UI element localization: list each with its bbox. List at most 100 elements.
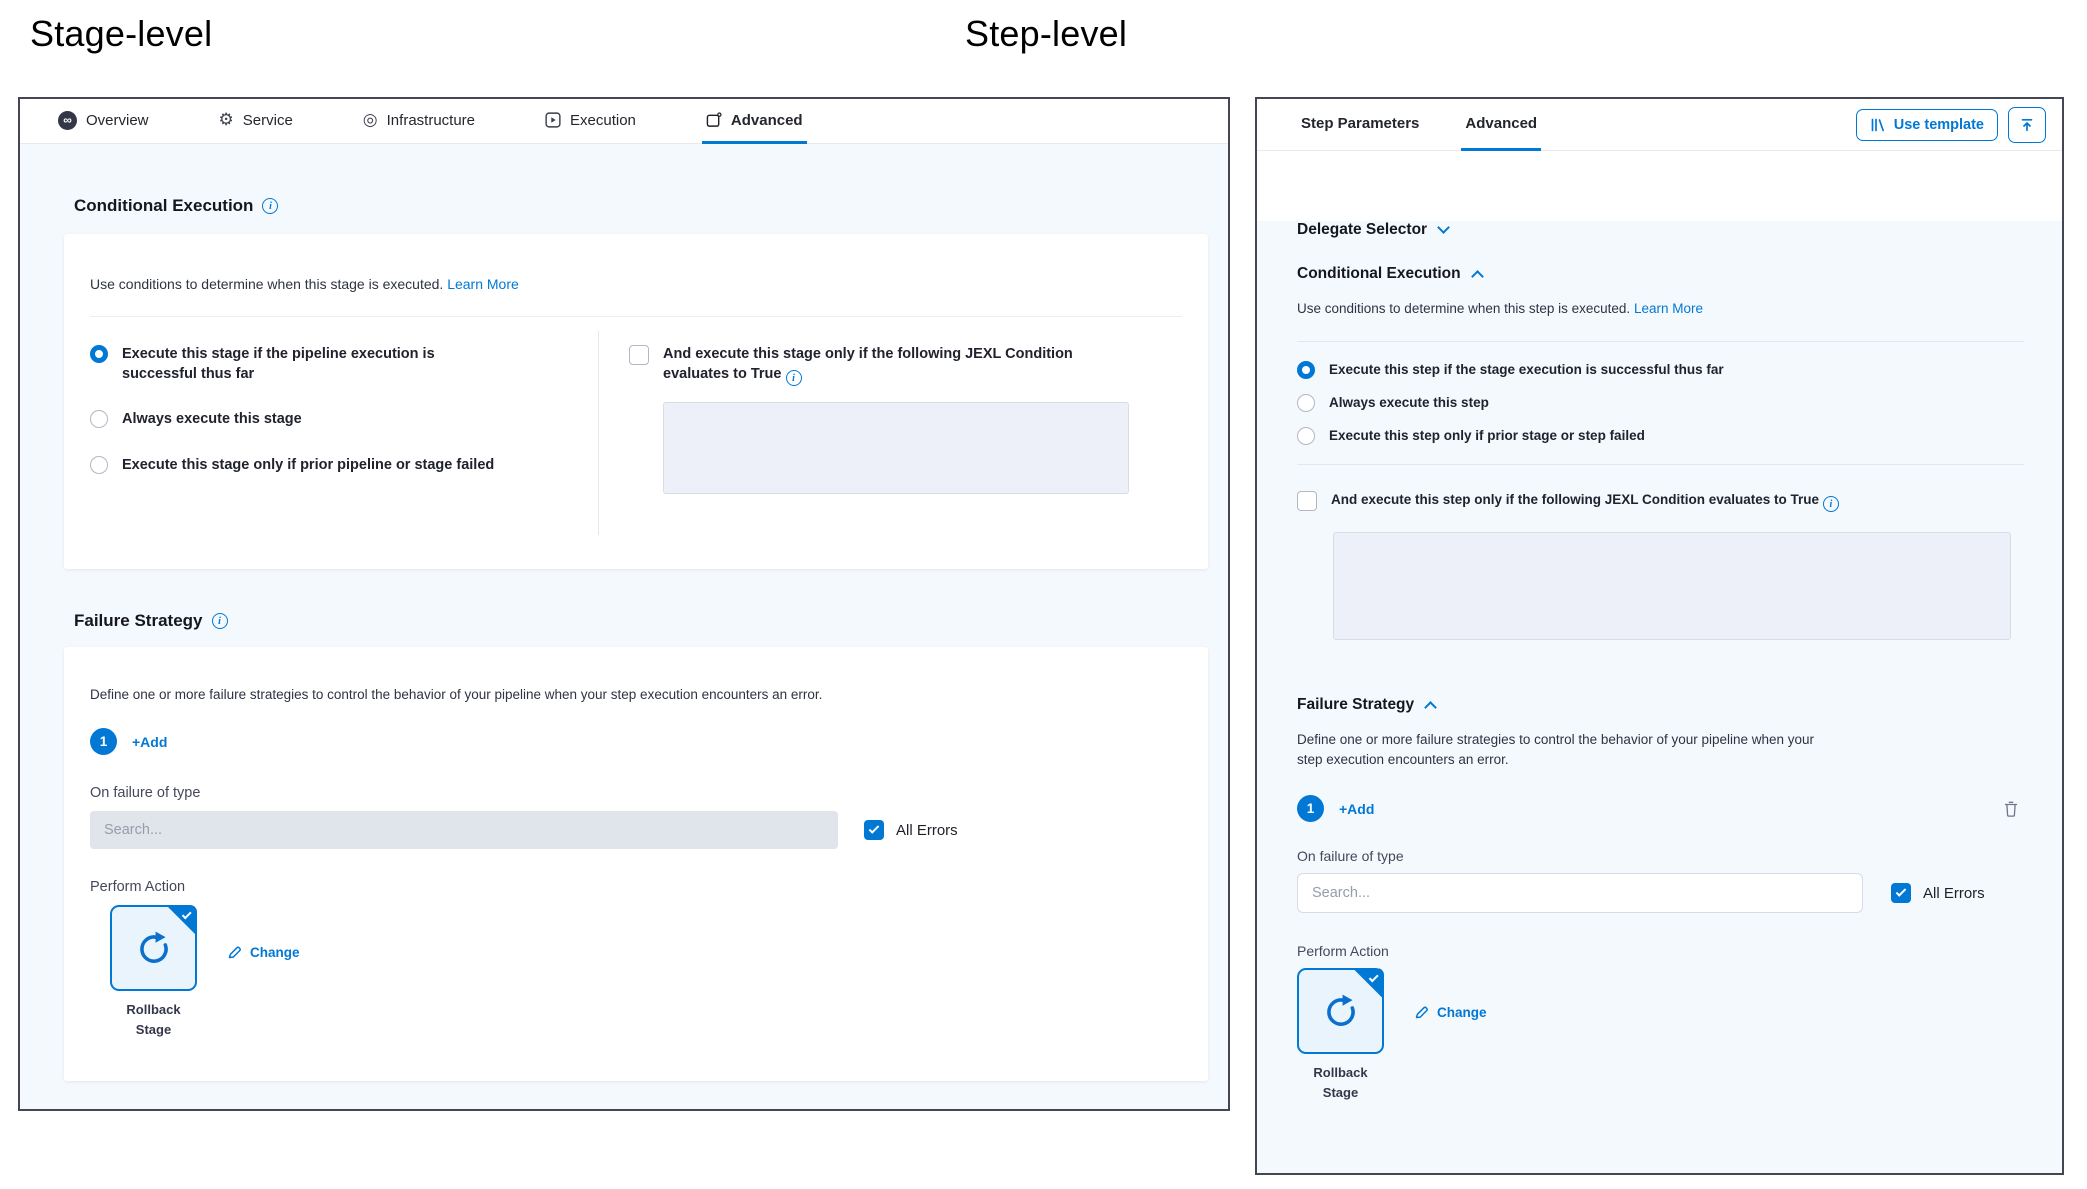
on-failure-of-type-label: On failure of type: [1297, 848, 2024, 864]
radio-icon[interactable]: [1297, 394, 1315, 412]
conditional-execution-heading: Conditional Execution i: [74, 144, 1208, 216]
info-icon[interactable]: i: [262, 198, 278, 214]
tab-execution-label: Execution: [570, 112, 636, 129]
jexl-checkbox[interactable]: [629, 345, 649, 365]
radio-execute-if-prior-failed[interactable]: Execute this step only if prior stage or…: [1297, 427, 2024, 445]
delegate-selector-section-header[interactable]: Delegate Selector: [1297, 221, 2024, 239]
learn-more-link[interactable]: Learn More: [1634, 301, 1703, 316]
tab-step-parameters[interactable]: Step Parameters: [1297, 100, 1423, 151]
stage-advanced-content: Conditional Execution i Use conditions t…: [20, 144, 1228, 1109]
tab-service-label: Service: [243, 112, 293, 129]
jexl-label-text: And execute this step only if the follow…: [1331, 492, 1819, 507]
radio-execute-if-pipeline-successful[interactable]: Execute this stage if the pipeline execu…: [90, 345, 598, 384]
conditional-execution-card: Use conditions to determine when this st…: [64, 234, 1208, 569]
radio-always-execute-stage[interactable]: Always execute this stage: [90, 410, 598, 430]
all-errors-checkbox-row[interactable]: All Errors: [864, 820, 958, 840]
rollback-stage-action-tile[interactable]: [110, 905, 197, 991]
jexl-label: And execute this stage only if the follo…: [663, 345, 1095, 386]
tab-advanced[interactable]: Advanced: [1461, 100, 1541, 151]
radio-label: Execute this step if the stage execution…: [1329, 362, 1724, 377]
jexl-label-text: And execute this stage only if the follo…: [663, 346, 1073, 382]
tab-advanced-label: Advanced: [731, 112, 803, 129]
change-action-link[interactable]: Change: [1414, 1005, 1487, 1020]
add-strategy-button[interactable]: +Add: [132, 734, 167, 750]
failure-type-search-input[interactable]: [90, 811, 838, 849]
learn-more-link[interactable]: Learn More: [447, 276, 519, 292]
info-icon[interactable]: i: [1823, 496, 1839, 512]
failure-description: Define one or more failure strategies to…: [90, 687, 1182, 702]
failure-strategy-heading: Failure Strategy i: [74, 569, 1208, 631]
radio-execute-if-prior-failed[interactable]: Execute this stage only if prior pipelin…: [90, 456, 598, 476]
strategy-1-badge[interactable]: 1: [1297, 795, 1324, 822]
rollback-stage-action-tile[interactable]: [1297, 968, 1384, 1054]
radio-label: Execute this stage only if prior pipelin…: [122, 456, 494, 476]
gear-icon: ⚙: [219, 110, 234, 130]
failure-strategy-title: Failure Strategy: [1297, 696, 1414, 714]
conditional-execution-section-header[interactable]: Conditional Execution: [1297, 265, 2024, 283]
radio-icon[interactable]: [1297, 427, 1315, 445]
check-icon: [869, 823, 880, 834]
change-label: Change: [250, 945, 300, 960]
chevron-down-icon[interactable]: [1437, 221, 1450, 234]
jexl-condition-row: And execute this stage only if the follo…: [629, 345, 1182, 386]
radio-icon[interactable]: [90, 410, 108, 428]
stage-advanced-panel: ∞ Overview ⚙ Service ◎ Infrastructure Ex…: [18, 97, 1230, 1111]
use-template-button[interactable]: Use template: [1856, 109, 1998, 141]
upload-to-bar-icon: [2019, 117, 2035, 133]
step-advanced-panel: Step Parameters Advanced Use template De…: [1255, 97, 2064, 1175]
radio-icon[interactable]: [90, 456, 108, 474]
chevron-up-icon[interactable]: [1471, 270, 1484, 283]
chevron-up-icon[interactable]: [1424, 701, 1437, 714]
change-label: Change: [1437, 1005, 1487, 1020]
advanced-icon: [706, 112, 722, 128]
tab-overview[interactable]: ∞ Overview: [54, 99, 153, 144]
delegate-selector-title: Delegate Selector: [1297, 221, 1427, 239]
jexl-condition-row: And execute this step only if the follow…: [1297, 491, 2024, 513]
failure-description: Define one or more failure strategies to…: [1297, 730, 1842, 769]
info-icon[interactable]: i: [212, 613, 228, 629]
stage-tabbar: ∞ Overview ⚙ Service ◎ Infrastructure Ex…: [20, 99, 1228, 144]
all-errors-label: All Errors: [1923, 885, 1985, 902]
check-icon: [1896, 887, 1907, 898]
divider: [90, 316, 1182, 317]
radio-label: Execute this stage if the pipeline execu…: [122, 345, 452, 384]
tab-infrastructure[interactable]: ◎ Infrastructure: [359, 99, 479, 144]
radio-selected-icon[interactable]: [90, 345, 108, 363]
jexl-checkbox[interactable]: [1297, 491, 1317, 511]
save-as-template-button[interactable]: [2008, 107, 2046, 143]
rollback-icon: [133, 927, 175, 969]
radio-selected-icon[interactable]: [1297, 361, 1315, 379]
tab-advanced-label: Advanced: [1465, 115, 1537, 132]
failure-strategy-section-header[interactable]: Failure Strategy: [1297, 696, 2024, 714]
conditional-description-text: Use conditions to determine when this st…: [90, 276, 443, 292]
step-tabbar: Step Parameters Advanced Use template: [1257, 99, 2062, 151]
all-errors-checkbox-row[interactable]: All Errors: [1891, 883, 1985, 903]
add-strategy-button[interactable]: +Add: [1339, 801, 1374, 817]
jexl-condition-textarea[interactable]: [1333, 532, 2011, 640]
tab-execution[interactable]: Execution: [541, 99, 640, 144]
use-template-label: Use template: [1894, 117, 1984, 133]
info-icon[interactable]: i: [786, 370, 802, 386]
conditional-description-text: Use conditions to determine when this st…: [1297, 301, 1630, 316]
all-errors-checkbox[interactable]: [864, 820, 884, 840]
jexl-condition-textarea[interactable]: [663, 402, 1129, 494]
tab-advanced[interactable]: Advanced: [702, 99, 807, 144]
step-condition-radio-group: Execute this step if the stage execution…: [1297, 342, 2024, 464]
execution-play-icon: [545, 112, 561, 128]
conditional-description: Use conditions to determine when this st…: [90, 276, 1182, 292]
action-name: Rollback Stage: [1297, 1063, 1384, 1102]
radio-execute-if-stage-successful[interactable]: Execute this step if the stage execution…: [1297, 361, 2024, 379]
pencil-icon: [227, 945, 242, 960]
failure-type-search-input[interactable]: [1297, 873, 1863, 913]
step-level-heading: Step-level: [965, 13, 1127, 55]
conditional-execution-title: Conditional Execution: [1297, 265, 1461, 283]
perform-action-label: Perform Action: [1297, 943, 2024, 959]
pencil-icon: [1414, 1005, 1429, 1020]
strategy-1-badge[interactable]: 1: [90, 728, 117, 755]
radio-label: Always execute this stage: [122, 410, 302, 430]
change-action-link[interactable]: Change: [227, 945, 300, 960]
radio-always-execute-step[interactable]: Always execute this step: [1297, 394, 2024, 412]
delete-strategy-button[interactable]: [2004, 801, 2018, 817]
all-errors-checkbox[interactable]: [1891, 883, 1911, 903]
tab-service[interactable]: ⚙ Service: [215, 99, 297, 144]
